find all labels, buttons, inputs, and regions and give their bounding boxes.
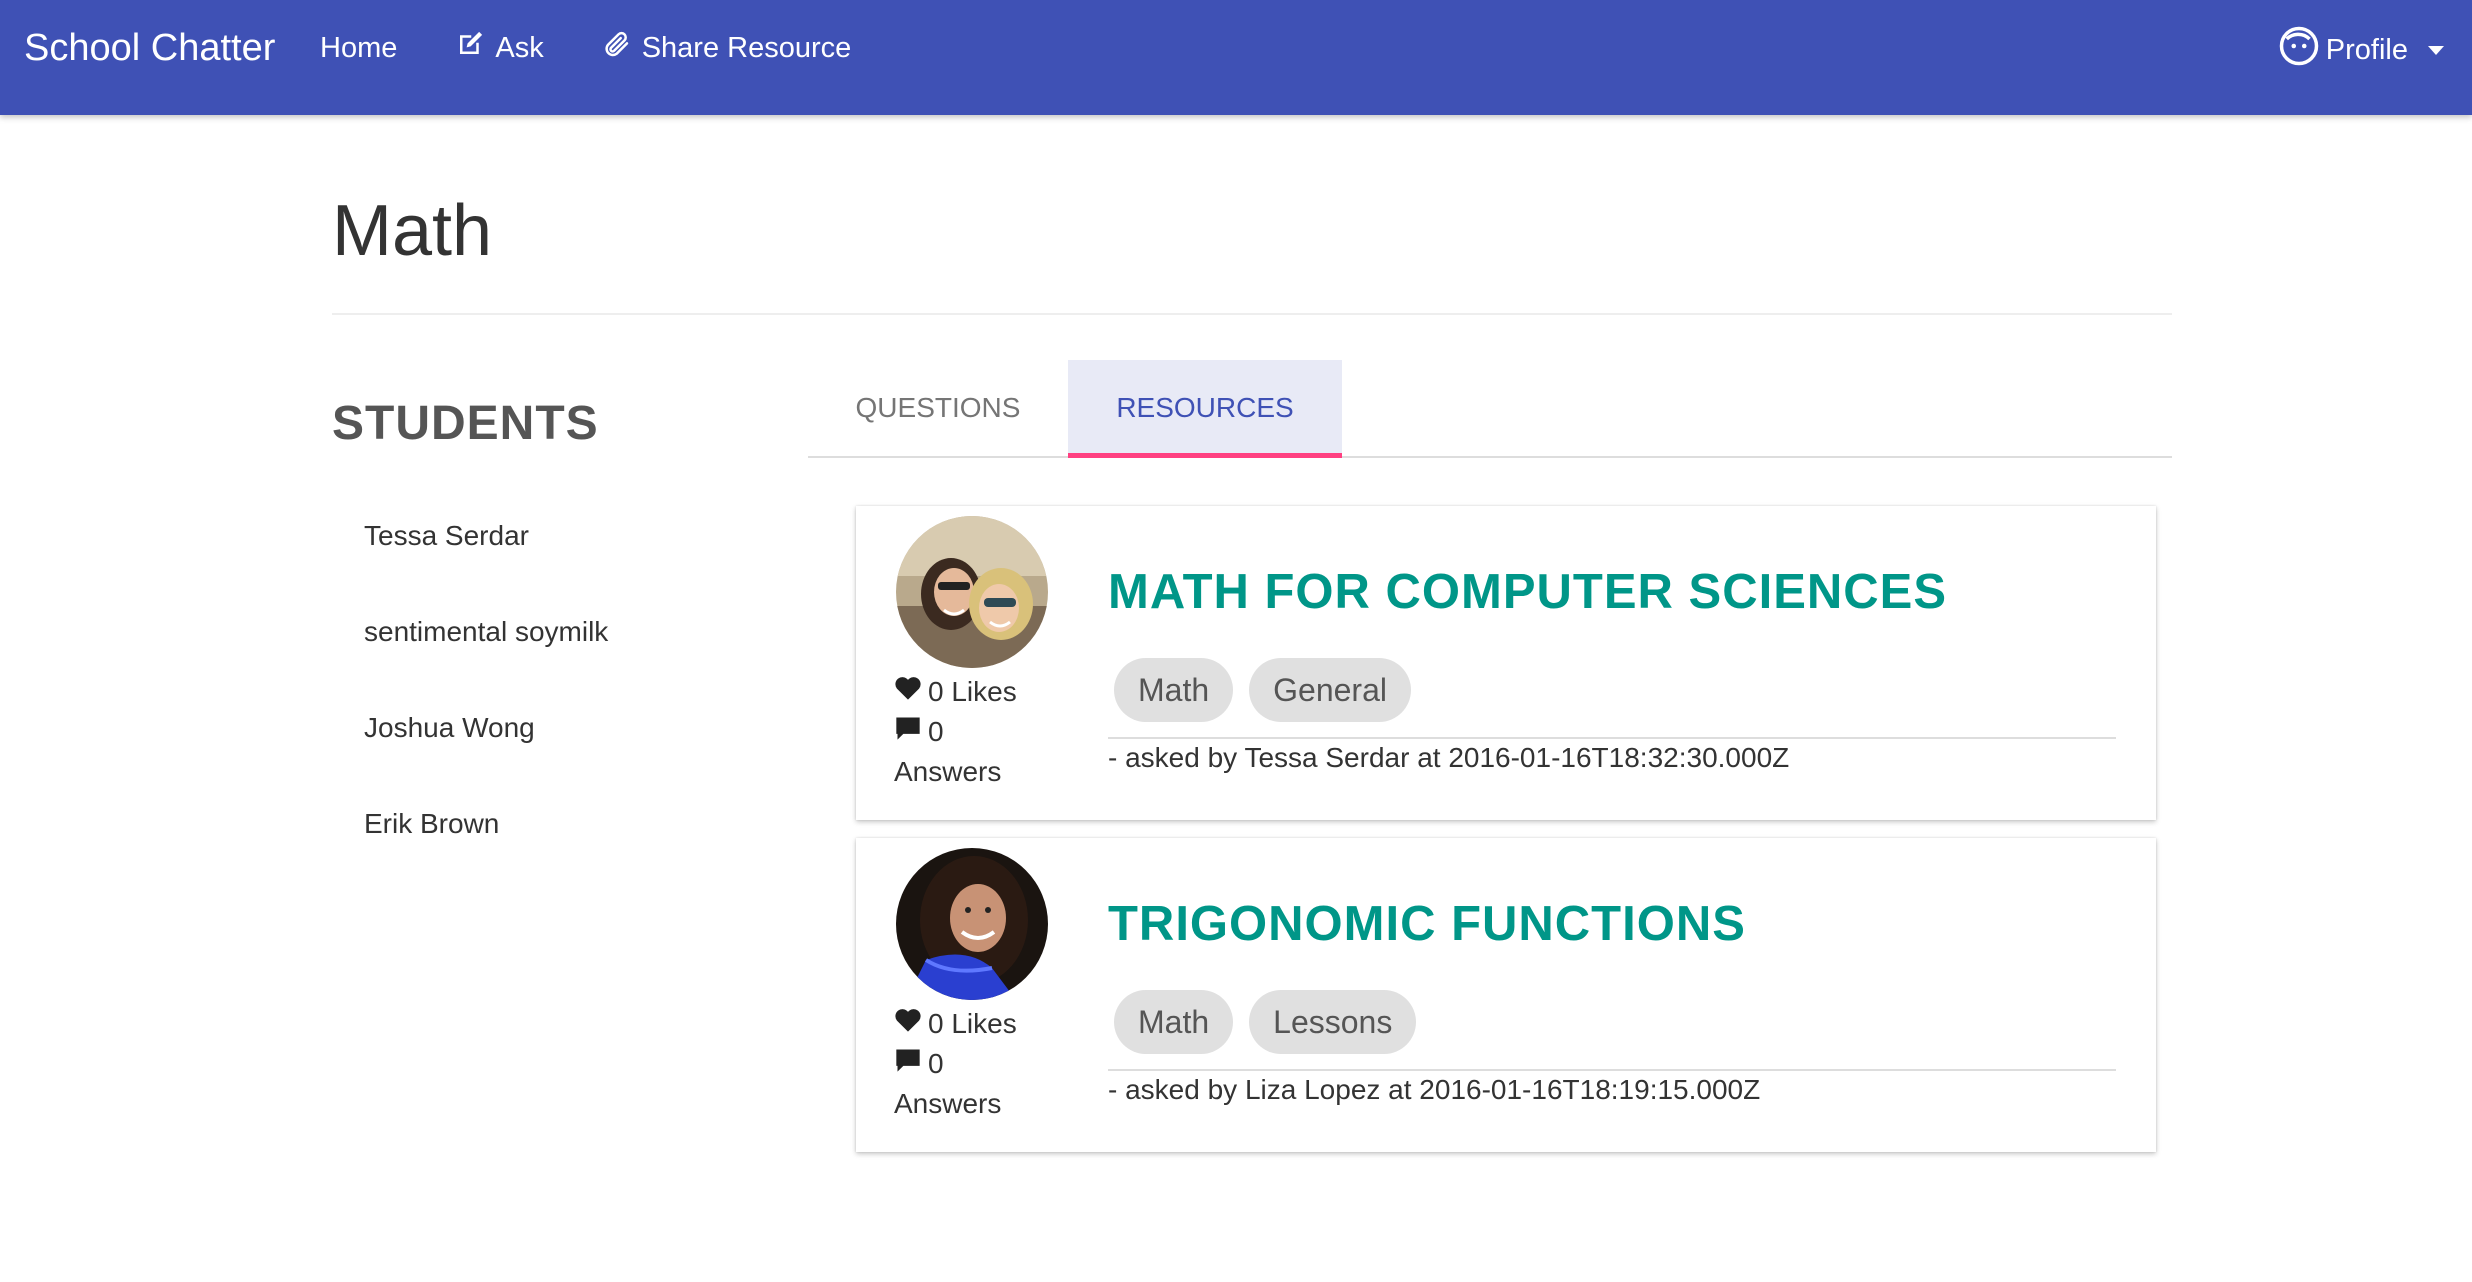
- tab-questions[interactable]: QUESTIONS: [808, 360, 1068, 456]
- nav-home-label: Home: [320, 31, 398, 64]
- avatar[interactable]: [896, 516, 1048, 668]
- tab-resources[interactable]: RESOURCES: [1068, 360, 1342, 458]
- top-navbar: School Chatter Home Ask Share Resource P…: [0, 0, 2472, 115]
- profile-menu[interactable]: Profile: [2278, 0, 2444, 100]
- resource-title[interactable]: TRIGONOMIC FUNCTIONS: [1108, 896, 1746, 952]
- nav-ask-label: Ask: [495, 31, 544, 64]
- title-divider: [332, 313, 2172, 315]
- comment-icon: [894, 712, 922, 752]
- resource-title[interactable]: MATH FOR COMPUTER SCIENCES: [1108, 564, 1947, 620]
- nav-share-resource-link[interactable]: Share Resource: [602, 29, 852, 67]
- heart-icon: [894, 672, 922, 712]
- profile-label: Profile: [2325, 33, 2408, 66]
- tag-list: Math Lessons: [1114, 990, 1417, 1054]
- nav-ask-link[interactable]: Ask: [455, 29, 544, 67]
- likes-text: 0 Likes: [928, 1008, 1017, 1039]
- page-title: Math: [332, 191, 493, 271]
- tag-chip[interactable]: Math: [1114, 990, 1234, 1054]
- student-item[interactable]: Tessa Serdar: [364, 512, 608, 608]
- caret-down-icon: [2428, 45, 2444, 55]
- resource-card: 0 Likes 0 Answers TRIGONOMIC FUNCTIONS M…: [856, 838, 2156, 1152]
- edit-icon: [455, 29, 485, 67]
- card-divider: [1108, 1069, 2116, 1071]
- students-list: Tessa Serdar sentimental soymilk Joshua …: [364, 512, 608, 896]
- brand-link[interactable]: School Chatter: [24, 0, 275, 96]
- student-item[interactable]: Erik Brown: [364, 800, 608, 896]
- card-divider: [1108, 737, 2116, 739]
- tag-list: Math General: [1114, 658, 1411, 722]
- answers-count: 0: [894, 1044, 1017, 1084]
- answers-label: Answers: [894, 756, 1002, 787]
- tag-chip[interactable]: Lessons: [1249, 990, 1417, 1054]
- tag-chip[interactable]: Math: [1114, 658, 1234, 722]
- paperclip-icon: [602, 29, 632, 67]
- answers-label: Answers: [894, 1088, 1002, 1119]
- avatar[interactable]: [896, 848, 1048, 1000]
- user-face-icon: [2278, 25, 2320, 75]
- answers-number: 0: [928, 716, 944, 747]
- comment-icon: [894, 1044, 922, 1084]
- resource-meta: - asked by Liza Lopez at 2016-01-16T18:1…: [1108, 1074, 1761, 1105]
- resource-stats: 0 Likes 0 Answers: [894, 1004, 1017, 1124]
- content-tabs: QUESTIONS RESOURCES: [808, 360, 2172, 458]
- likes-count[interactable]: 0 Likes: [894, 672, 1017, 712]
- students-heading: STUDENTS: [332, 397, 599, 450]
- resource-stats: 0 Likes 0 Answers: [894, 672, 1017, 792]
- answers-count: 0: [894, 712, 1017, 752]
- tag-chip[interactable]: General: [1249, 658, 1411, 722]
- nav-home-link[interactable]: Home: [320, 32, 397, 65]
- likes-text: 0 Likes: [928, 676, 1017, 707]
- nav-links: Home Ask Share Resource: [320, 0, 909, 96]
- student-item[interactable]: Joshua Wong: [364, 704, 608, 800]
- heart-icon: [894, 1004, 922, 1044]
- likes-count[interactable]: 0 Likes: [894, 1004, 1017, 1044]
- resource-card: 0 Likes 0 Answers MATH FOR COMPUTER SCIE…: [856, 506, 2156, 820]
- student-item[interactable]: sentimental soymilk: [364, 608, 608, 704]
- nav-share-label: Share Resource: [641, 31, 852, 64]
- resource-meta: - asked by Tessa Serdar at 2016-01-16T18…: [1108, 742, 1790, 773]
- answers-number: 0: [928, 1048, 944, 1079]
